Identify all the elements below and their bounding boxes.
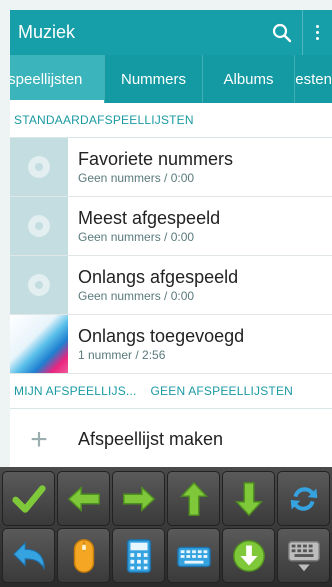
arrow-down-icon[interactable] [222, 471, 275, 526]
playlist-title: Meest afgespeeld [78, 208, 221, 228]
download-icon[interactable] [222, 528, 275, 583]
no-playlists-label: GEEN AFSPEELLIJSTEN [150, 384, 294, 398]
keyboard-down-icon[interactable] [277, 528, 330, 583]
playlist-title: Onlangs afgespeeld [78, 267, 239, 287]
tab-bar: Afspeellijsten Nummers Albums Artiesten [10, 55, 332, 103]
list-item[interactable]: Favoriete nummers Geen nummers / 0:00 [10, 138, 332, 197]
playlist-subtitle: Geen nummers / 0:00 [78, 289, 195, 303]
check-icon[interactable] [2, 471, 55, 526]
create-playlist-button[interactable]: + Afspeellijst maken [10, 409, 332, 471]
plus-icon: + [30, 422, 48, 456]
tab-afspeellijsten[interactable]: Afspeellijsten [10, 55, 104, 103]
disc-icon [10, 256, 68, 314]
list-item[interactable]: Onlangs toegevoegd 1 nummer / 2:56 [10, 315, 332, 374]
arrow-up-icon[interactable] [167, 471, 220, 526]
playlist-title: Onlangs toegevoegd [78, 326, 245, 346]
list-item[interactable]: Meest afgespeeld Geen nummers / 0:00 [10, 197, 332, 256]
standard-playlists-header: STANDAARDAFSPEELLIJSTEN [10, 103, 332, 138]
disc-icon [10, 197, 68, 255]
tab-artiesten[interactable]: Artiesten [294, 55, 332, 103]
calculator-icon[interactable] [112, 528, 165, 583]
more-options-icon[interactable] [302, 10, 332, 55]
create-playlist-label: Afspeellijst maken [78, 429, 224, 449]
refresh-icon[interactable] [277, 471, 330, 526]
my-playlists-header: MIJN AFSPEELLIJS... GEEN AFSPEELLIJSTEN [10, 374, 332, 409]
disc-icon [10, 138, 68, 196]
my-playlists-label: MIJN AFSPEELLIJS... [14, 384, 137, 398]
playlist-subtitle: 1 nummer / 2:56 [78, 348, 166, 362]
playlist-title: Favoriete nummers [78, 149, 234, 169]
album-art [10, 315, 68, 373]
undo-icon[interactable] [2, 528, 55, 583]
playlist-subtitle: Geen nummers / 0:00 [78, 230, 195, 244]
shortcut-toolbar [0, 467, 332, 587]
playlist-subtitle: Geen nummers / 0:00 [78, 171, 195, 185]
app-title: Muziek [18, 22, 76, 42]
list-item[interactable]: Onlangs afgespeeld Geen nummers / 0:00 [10, 256, 332, 315]
tab-albums[interactable]: Albums [202, 55, 294, 103]
arrow-right-icon[interactable] [112, 471, 165, 526]
app-bar: Muziek [10, 10, 332, 55]
search-icon[interactable] [262, 10, 302, 55]
keyboard-icon[interactable] [167, 528, 220, 583]
tab-nummers[interactable]: Nummers [104, 55, 202, 103]
arrow-left-icon[interactable] [57, 471, 110, 526]
mouse-icon[interactable] [57, 528, 110, 583]
